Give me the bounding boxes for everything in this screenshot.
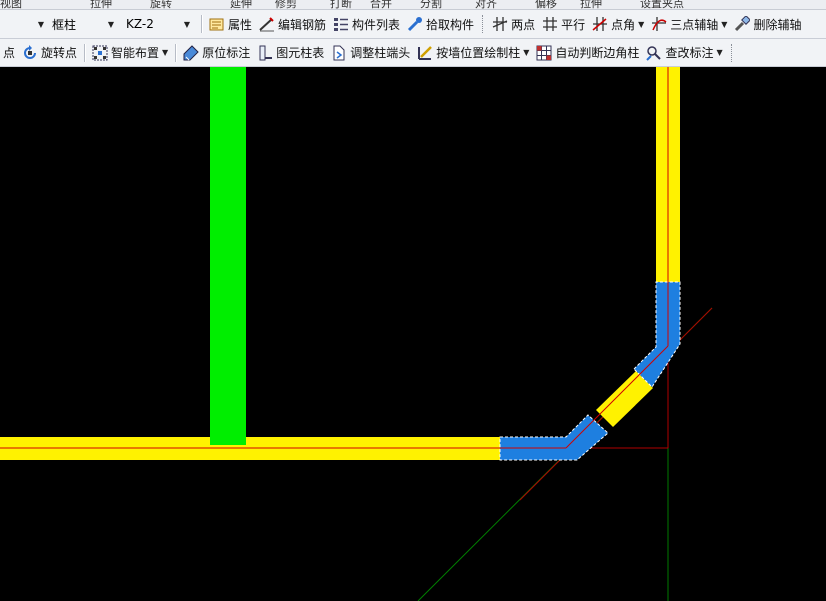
top-strip-item-7[interactable]: 分割 <box>420 0 442 9</box>
top-strip-item-2[interactable]: 旋转 <box>150 0 172 9</box>
draw-column-by-wall-button[interactable]: 按墙位置绘制柱 ▼ <box>414 42 532 64</box>
pick-component-button[interactable]: 拾取构件 <box>404 13 477 35</box>
delete-axis-label: 删除辅轴 <box>753 17 802 32</box>
smart-layout-label: 智能布置 <box>111 46 160 60</box>
separator <box>175 43 178 62</box>
edit-rebar-icon <box>259 17 275 32</box>
separator <box>84 43 87 62</box>
adjust-column-end-button[interactable]: 调整柱端头 <box>328 42 413 64</box>
top-strip-item-6[interactable]: 合并 <box>370 0 392 9</box>
top-strip-item-8[interactable]: 对齐 <box>475 0 497 9</box>
separator <box>482 15 485 33</box>
pick-component-icon <box>407 17 423 32</box>
properties-button[interactable]: 属性 <box>206 13 255 35</box>
component-list-icon <box>334 18 349 31</box>
draw-column-by-wall-label: 按墙位置绘制柱 <box>436 46 521 60</box>
delete-axis-icon <box>735 16 751 32</box>
chevron-down-icon: ▼ <box>721 19 728 29</box>
top-strip-item-3[interactable]: 延伸 <box>230 0 252 9</box>
properties-icon <box>209 18 224 31</box>
draw-column-by-wall-icon <box>418 45 433 60</box>
component-name-select[interactable]: KZ-2 ▼ <box>122 14 194 34</box>
top-strip-item-1[interactable]: 拉伸 <box>90 0 112 9</box>
layer-select[interactable]: ▼ <box>0 14 44 34</box>
in-place-annotation-label: 原位标注 <box>202 46 251 60</box>
two-point-axis-label: 两点 <box>511 17 536 32</box>
column-table-button[interactable]: 图元柱表 <box>254 42 327 64</box>
auto-corner-column-label: 自动判断边角柱 <box>555 46 640 60</box>
chevron-down-icon: ▼ <box>107 19 114 29</box>
check-annotation-button[interactable]: 查改标注 ▼ <box>643 42 725 64</box>
chevron-down-icon: ▼ <box>162 48 169 57</box>
chevron-down-icon: ▼ <box>716 48 723 57</box>
point-angle-icon <box>592 17 608 31</box>
canvas-background <box>0 67 826 601</box>
adjust-column-end-label: 调整柱端头 <box>350 46 411 60</box>
pick-component-label: 拾取构件 <box>426 17 475 32</box>
properties-label: 属性 <box>228 17 253 32</box>
two-point-axis-button[interactable]: 两点 <box>489 13 538 35</box>
drawing-toolbar: 点 旋转点 智能布置 ▼ 原位标注 图元柱表 调整柱端头 按墙位置绘制柱 ▼ 自动判… <box>0 39 826 67</box>
separator <box>201 15 203 33</box>
component-name-value: KZ-2 <box>126 17 154 31</box>
green-wall[interactable] <box>210 67 246 445</box>
top-strip-item-10[interactable]: 拉伸 <box>580 0 602 9</box>
component-list-label: 构件列表 <box>352 17 401 32</box>
point-angle-label: 点角 <box>611 17 636 32</box>
three-point-axis-icon <box>652 17 667 31</box>
top-strip-item-9[interactable]: 偏移 <box>535 0 557 9</box>
parallel-axis-label: 平行 <box>561 17 586 32</box>
component-toolbar: ▼ 框柱 ▼ KZ-2 ▼ 属性 编辑钢筋 构件列表 拾取构件 两点 平行 点角… <box>0 10 826 39</box>
chevron-down-icon: ▼ <box>523 48 530 57</box>
toolbar-grip[interactable] <box>730 43 734 62</box>
point-button[interactable]: 点 <box>0 42 18 64</box>
chevron-down-icon: ▼ <box>638 19 645 29</box>
check-annotation-icon <box>646 45 662 61</box>
auto-corner-column-icon <box>536 45 552 60</box>
smart-layout-icon <box>92 45 108 60</box>
in-place-annotation-button[interactable]: 原位标注 <box>180 42 253 64</box>
component-type-select[interactable]: 框柱 ▼ <box>48 14 118 34</box>
three-point-axis-label: 三点辅轴 <box>670 17 719 32</box>
edit-rebar-label: 编辑钢筋 <box>278 17 327 32</box>
rotate-point-icon <box>24 44 37 59</box>
top-strip-item-0[interactable]: 视图 <box>0 0 22 9</box>
column-table-icon <box>259 45 273 60</box>
smart-layout-button[interactable]: 智能布置 ▼ <box>89 42 171 64</box>
chevron-down-icon: ▼ <box>37 19 44 29</box>
partial-top-toolbar: 视图 拉伸 旋转 延伸 修剪 打断 合并 分割 对齐 偏移 拉伸 设置夹点 <box>0 0 826 10</box>
top-strip-item-11[interactable]: 设置夹点 <box>640 0 684 9</box>
auto-corner-column-button[interactable]: 自动判断边角柱 <box>533 42 642 64</box>
top-strip-item-5[interactable]: 打断 <box>330 0 352 9</box>
component-list-button[interactable]: 构件列表 <box>330 13 403 35</box>
check-annotation-label: 查改标注 <box>665 46 714 60</box>
column-table-label: 图元柱表 <box>276 46 325 60</box>
delete-axis-button[interactable]: 删除辅轴 <box>731 13 804 35</box>
drawing-canvas[interactable] <box>0 67 826 601</box>
rotate-point-label: 旋转点 <box>41 46 78 60</box>
parallel-axis-icon <box>543 17 558 31</box>
top-strip-item-4[interactable]: 修剪 <box>275 0 297 9</box>
point-label: 点 <box>3 46 16 60</box>
parallel-axis-button[interactable]: 平行 <box>539 13 588 35</box>
adjust-column-end-icon <box>333 45 345 60</box>
two-point-axis-icon <box>492 17 508 31</box>
edit-rebar-button[interactable]: 编辑钢筋 <box>256 13 329 35</box>
three-point-axis-button[interactable]: 三点辅轴 ▼ <box>648 13 730 35</box>
point-angle-button[interactable]: 点角 ▼ <box>589 13 647 35</box>
in-place-annotation-icon <box>183 44 199 60</box>
rotate-point-button[interactable]: 旋转点 <box>19 42 80 64</box>
component-type-value: 框柱 <box>52 17 77 32</box>
chevron-down-icon: ▼ <box>183 19 190 29</box>
